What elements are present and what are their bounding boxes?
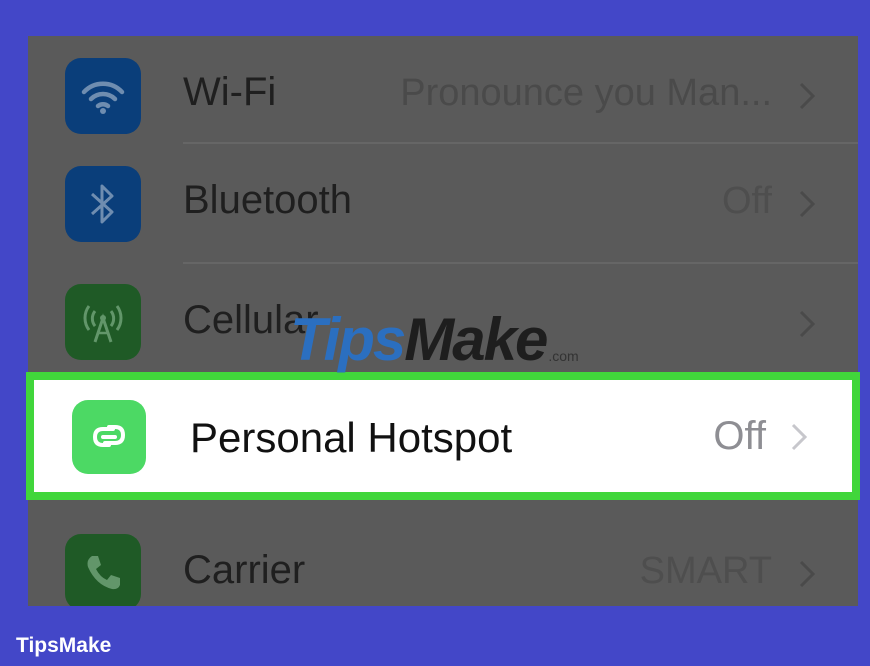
settings-row-cellular[interactable]: Cellular [28, 264, 858, 384]
settings-row-personal-hotspot[interactable]: Personal Hotspot Off [26, 372, 860, 500]
cellular-antenna-icon [65, 284, 141, 360]
settings-list: Wi-Fi Pronounce you Man... Bluetooth Off [28, 36, 858, 606]
bluetooth-value: Off [722, 180, 772, 222]
settings-row-wifi[interactable]: Wi-Fi Pronounce you Man... [28, 36, 858, 156]
cellular-label: Cellular [183, 298, 319, 342]
settings-row-bluetooth[interactable]: Bluetooth Off [28, 144, 858, 264]
personal-hotspot-value: Off [713, 414, 766, 458]
phone-icon [65, 534, 141, 606]
chevron-right-icon [799, 190, 816, 218]
bluetooth-label: Bluetooth [183, 178, 353, 222]
hotspot-link-icon [72, 400, 146, 474]
personal-hotspot-label: Personal Hotspot [190, 414, 513, 461]
bluetooth-icon [65, 166, 141, 242]
wifi-network-value: Pronounce you Man... [400, 72, 772, 114]
footer-brand: TipsMake [16, 634, 112, 657]
chevron-right-icon [799, 560, 816, 588]
wifi-label: Wi-Fi [183, 70, 277, 114]
chevron-right-icon [799, 82, 816, 110]
chevron-right-icon [799, 310, 816, 338]
wifi-icon [65, 58, 141, 134]
highlight-box: Personal Hotspot Off [34, 380, 852, 492]
chevron-right-icon [791, 423, 808, 451]
settings-row-carrier[interactable]: Carrier SMART [28, 514, 858, 606]
carrier-value: SMART [639, 550, 772, 592]
carrier-label: Carrier [183, 548, 306, 592]
